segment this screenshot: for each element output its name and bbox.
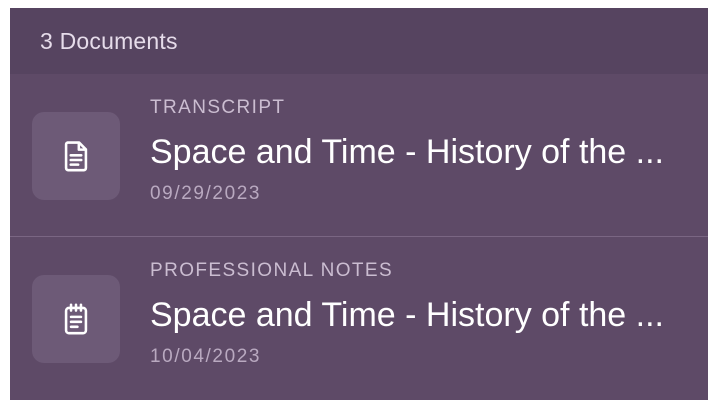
document-title: Space and Time - History of the ... (150, 296, 665, 334)
document-date: 10/04/2023 (150, 346, 262, 367)
notepad-icon (64, 303, 88, 335)
documents-panel: 3 Documents TRANSCRIPT Space and Time - … (10, 8, 708, 400)
document-text: TRANSCRIPT Space and Time - History of t… (150, 96, 694, 206)
documents-count: 3 Documents (40, 27, 178, 54)
document-icon-tile (32, 112, 120, 200)
document-icon-tile (32, 275, 120, 363)
document-title: Space and Time - History of the ... (150, 133, 665, 171)
document-item-professional-notes[interactable]: PROFESSIONAL NOTES Space and Time - Hist… (10, 236, 708, 398)
document-type: PROFESSIONAL NOTES (150, 260, 394, 281)
documents-header: 3 Documents (10, 8, 708, 74)
document-type: TRANSCRIPT (150, 97, 286, 118)
document-icon (64, 141, 88, 172)
document-text: PROFESSIONAL NOTES Space and Time - Hist… (150, 259, 694, 369)
document-item-transcript[interactable]: TRANSCRIPT Space and Time - History of t… (10, 74, 708, 236)
document-date: 09/29/2023 (150, 183, 262, 204)
